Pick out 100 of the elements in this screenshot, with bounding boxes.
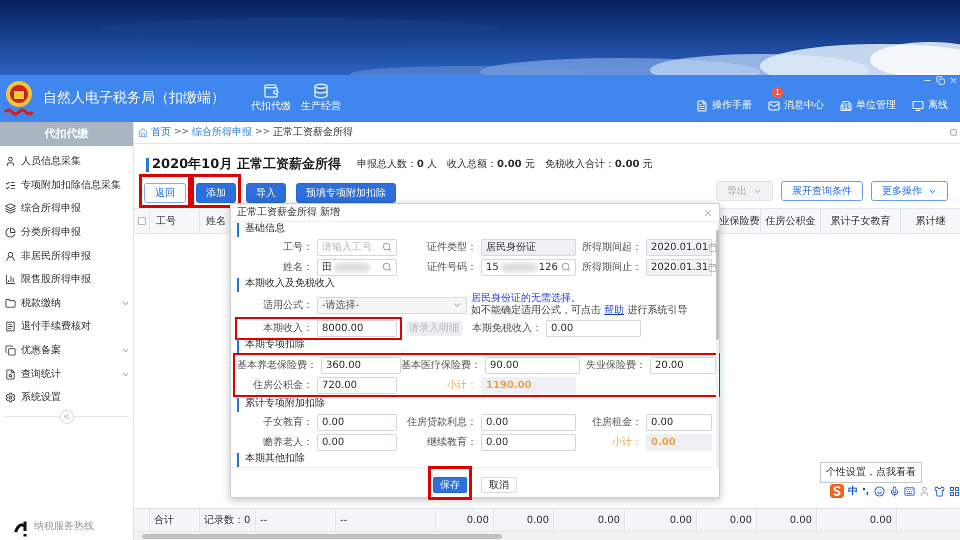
field-label: 小计： bbox=[446, 378, 478, 392]
user-icon[interactable] bbox=[919, 486, 930, 496]
section-title: 本期专项扣除 bbox=[237, 339, 305, 353]
input-field[interactable]: 0.00 bbox=[481, 414, 576, 430]
input-field[interactable]: 90.00 bbox=[485, 356, 580, 374]
home-icon bbox=[138, 128, 148, 138]
building-icon bbox=[840, 100, 852, 112]
document-icon bbox=[696, 100, 708, 112]
square-icon[interactable] bbox=[950, 129, 957, 136]
search-field[interactable]: 田 bbox=[317, 258, 397, 276]
microphone-icon[interactable] bbox=[889, 486, 900, 496]
table-cell-text: -- bbox=[340, 514, 348, 528]
keyboard-icon[interactable] bbox=[904, 486, 915, 496]
header-action[interactable]: 单位管理 bbox=[840, 98, 896, 113]
grid-icon[interactable] bbox=[949, 486, 960, 496]
column-header: 姓名 bbox=[206, 214, 226, 228]
dialog-title: 正常工资薪金所得 新增 bbox=[237, 206, 340, 220]
header-action[interactable]: 操作手册 bbox=[696, 98, 752, 113]
input-field[interactable]: 0.00 bbox=[481, 434, 576, 450]
search-field[interactable]: 15 126 bbox=[481, 258, 576, 276]
input-field[interactable]: 0.00 bbox=[546, 320, 641, 336]
monitor-icon bbox=[912, 100, 924, 112]
nav-button[interactable]: 代扣代缴 bbox=[251, 83, 291, 114]
receipt-icon bbox=[5, 321, 16, 332]
select-field[interactable]: -请选择- bbox=[317, 296, 467, 314]
search-field[interactable]: 请输入工号 bbox=[317, 238, 397, 256]
breadcrumb-separator: >> bbox=[174, 126, 190, 139]
subtotal-field: 0.00 bbox=[646, 434, 712, 450]
field-label: 姓名： bbox=[282, 260, 314, 274]
sidebar-item[interactable]: 人员信息采集 bbox=[0, 150, 133, 174]
ime-mode[interactable]: 中 bbox=[848, 484, 858, 498]
note-text: 居民身份证的无需选择。 bbox=[471, 293, 582, 304]
table-cell-text: 记录数：0 bbox=[204, 514, 250, 528]
sidebar-item[interactable]: 查询统计 bbox=[0, 362, 133, 386]
field-label: 小计： bbox=[611, 436, 643, 450]
sidebar-item[interactable]: 分类所得申报 bbox=[0, 220, 133, 244]
sidebar-item[interactable]: 非居民所得申报 bbox=[0, 244, 133, 268]
collapse-button[interactable] bbox=[60, 410, 74, 424]
table-cell-text: 0.00 bbox=[670, 514, 692, 528]
stat-text: 申报总人数：0 人 bbox=[356, 158, 437, 172]
sidebar-item[interactable]: 系统设置 bbox=[0, 386, 133, 410]
breadcrumb-link[interactable]: 综合所得申报 bbox=[192, 125, 252, 140]
scrollbar[interactable] bbox=[716, 222, 719, 467]
search-icon[interactable] bbox=[382, 262, 392, 272]
header-action[interactable]: 消息中心 bbox=[768, 98, 824, 113]
input-field[interactable]: 8000.00 bbox=[317, 320, 397, 336]
search-icon[interactable] bbox=[382, 242, 392, 252]
sidebar-item[interactable]: 优惠备案 bbox=[0, 338, 133, 362]
shirt-icon[interactable] bbox=[934, 486, 945, 496]
sidebar-item[interactable]: 税款缴纳 bbox=[0, 292, 133, 316]
input-field[interactable]: 20.00 bbox=[650, 356, 716, 374]
close-icon[interactable] bbox=[703, 208, 713, 218]
cancel-button[interactable]: 取消 bbox=[481, 476, 517, 492]
scrollbar[interactable] bbox=[134, 532, 960, 540]
table-cell-text: 0.00 bbox=[598, 514, 620, 528]
toolbar-button[interactable]: 更多操作 bbox=[871, 181, 948, 201]
emoji-icon[interactable] bbox=[874, 486, 885, 496]
sidebar-item[interactable]: 限售股所得申报 bbox=[0, 268, 133, 292]
field-label: 证件类型： bbox=[426, 240, 478, 254]
input-field[interactable]: 0.00 bbox=[646, 414, 712, 430]
close-icon[interactable] bbox=[949, 76, 958, 85]
restore-icon[interactable] bbox=[936, 76, 945, 85]
subtotal-field: 1190.00 bbox=[481, 376, 576, 394]
field-label: 所得期间止： bbox=[581, 260, 643, 274]
mail-icon bbox=[768, 100, 780, 112]
save-button[interactable]: 保存 bbox=[433, 477, 467, 493]
layers-icon bbox=[5, 203, 16, 214]
settings-icon bbox=[5, 392, 16, 404]
column-header: 业保险费 bbox=[720, 214, 760, 228]
input-field[interactable]: 0.00 bbox=[317, 414, 397, 430]
toolbar-button[interactable]: 添加 bbox=[196, 183, 236, 204]
checkbox[interactable] bbox=[138, 217, 146, 225]
calendar-icon[interactable] bbox=[708, 242, 718, 252]
input-field[interactable]: 0.00 bbox=[317, 434, 397, 450]
punctuation-icon[interactable] bbox=[862, 486, 870, 496]
breadcrumb-link[interactable]: 首页 bbox=[151, 125, 171, 140]
toolbar-button[interactable]: 展开查询条件 bbox=[781, 181, 863, 201]
search-icon[interactable] bbox=[561, 262, 571, 272]
app-title: 自然人电子税务局（扣缴端） bbox=[43, 89, 225, 108]
column-header: 住房公积金 bbox=[766, 214, 816, 228]
toolbar-button[interactable]: 预填专项附加扣除 bbox=[296, 183, 396, 204]
table-cell-text: 0.00 bbox=[870, 514, 892, 528]
stat-text: 免税收入合计：0.00 元 bbox=[544, 158, 653, 172]
user-icon bbox=[5, 156, 16, 168]
toolbar-button[interactable]: 导入 bbox=[246, 183, 286, 204]
calendar-icon[interactable] bbox=[708, 262, 718, 272]
ime-logo-icon[interactable] bbox=[830, 484, 844, 498]
nav-button[interactable]: 生产经营 bbox=[301, 83, 341, 114]
input-field[interactable]: 720.00 bbox=[317, 376, 397, 394]
help-link[interactable]: 帮助 bbox=[604, 305, 624, 316]
sidebar-item[interactable]: 专项附加扣除信息采集 bbox=[0, 174, 133, 198]
header-action[interactable]: 离线 bbox=[912, 98, 948, 113]
tooltip: 个性设置，点我看看 bbox=[820, 462, 922, 483]
sidebar-item[interactable]: 退付手续费核对 bbox=[0, 315, 133, 339]
field-label: 所得期间起： bbox=[581, 240, 643, 254]
input-field[interactable]: 360.00 bbox=[321, 356, 401, 374]
coins-icon bbox=[313, 83, 329, 99]
sidebar-item[interactable]: 综合所得申报 bbox=[0, 197, 133, 221]
table-cell-text: 0.00 bbox=[526, 514, 549, 528]
toolbar-button[interactable]: 返回 bbox=[144, 183, 186, 204]
